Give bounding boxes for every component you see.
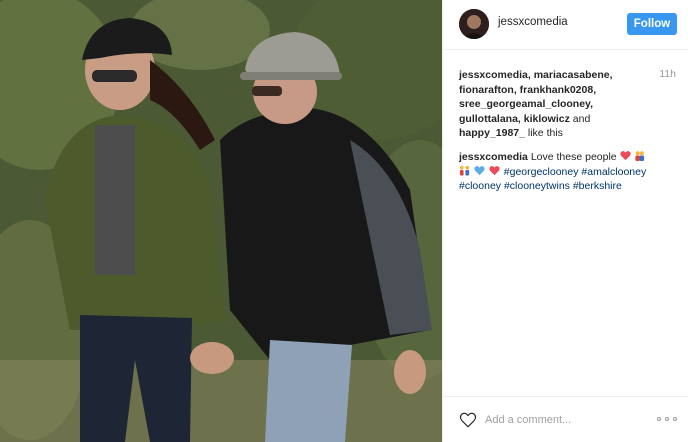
hashtag-link[interactable]: #clooney bbox=[459, 180, 501, 192]
post-photo-image bbox=[0, 0, 442, 442]
likes-suffix: like this bbox=[527, 127, 563, 139]
hashtag-link[interactable]: #berkshire bbox=[573, 180, 622, 192]
caption: jessxcomedia Love these people #georgecl… bbox=[459, 150, 679, 194]
dot bbox=[673, 417, 677, 421]
hashtag-link[interactable]: #amalclooney bbox=[581, 166, 646, 178]
post-header: jessxcomedia Follow bbox=[443, 0, 688, 50]
hashtag-link[interactable]: #clooneytwins bbox=[504, 180, 570, 192]
likes-last-name[interactable]: happy_1987_ bbox=[459, 127, 525, 139]
dot bbox=[665, 417, 669, 421]
avatar-image bbox=[459, 9, 489, 39]
header-username[interactable]: jessxcomedia bbox=[498, 16, 568, 28]
follow-button[interactable]: Follow bbox=[627, 13, 677, 35]
likes-line: jessxcomedia, mariacasabene, fionarafton… bbox=[459, 68, 649, 141]
hashtag-link[interactable]: #georgeclooney bbox=[504, 166, 579, 178]
blue-heart-emoji bbox=[474, 165, 485, 175]
heart-icon[interactable] bbox=[459, 411, 477, 429]
post-timestamp[interactable]: 11h bbox=[659, 68, 676, 80]
caption-text: Love these people bbox=[530, 151, 617, 163]
caption-author[interactable]: jessxcomedia bbox=[459, 151, 528, 163]
more-options-icon[interactable] bbox=[657, 417, 677, 423]
comment-bar bbox=[443, 396, 688, 442]
post-photo[interactable] bbox=[0, 0, 442, 442]
family-emoji bbox=[459, 165, 470, 176]
red-heart-emoji bbox=[489, 165, 500, 175]
dot bbox=[657, 417, 661, 421]
couple-emoji bbox=[635, 151, 645, 161]
likes-and: and bbox=[572, 112, 591, 125]
avatar[interactable] bbox=[459, 9, 489, 39]
red-heart-emoji bbox=[619, 151, 631, 161]
comment-input[interactable] bbox=[485, 410, 645, 430]
post-panel: jessxcomedia Follow jessxcomedia, mariac… bbox=[442, 0, 688, 442]
